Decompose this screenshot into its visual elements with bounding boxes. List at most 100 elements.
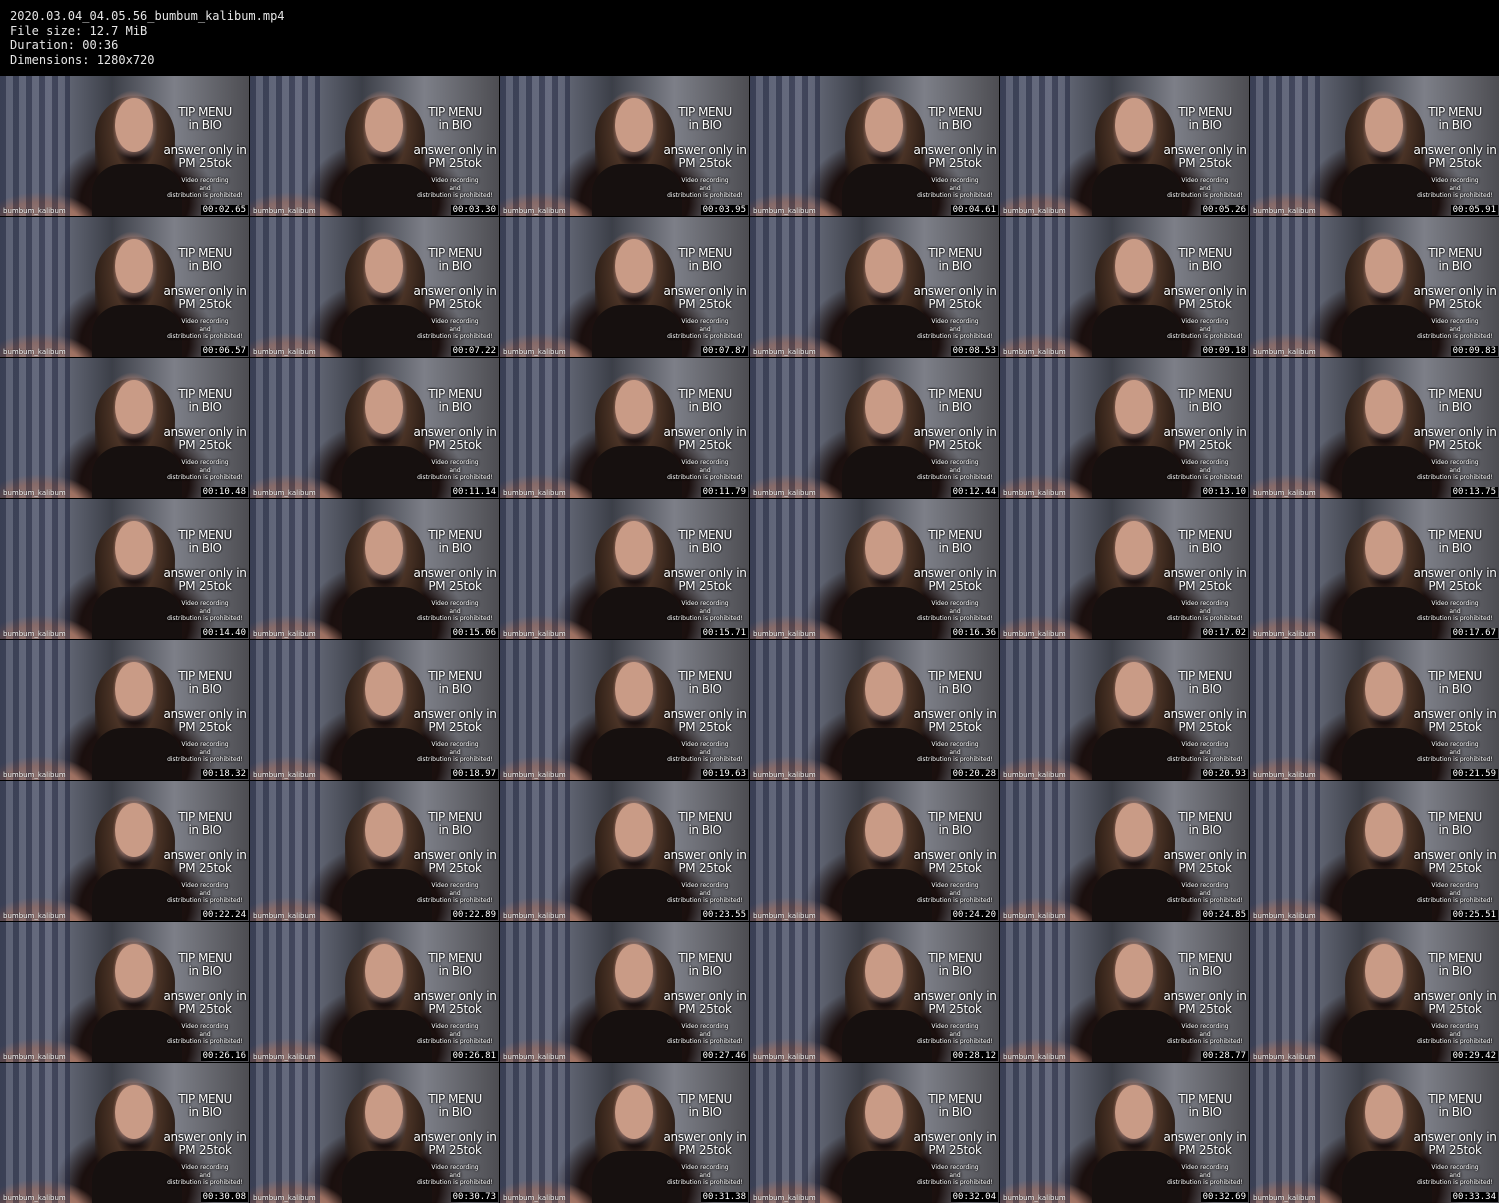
video-thumbnail[interactable]: TIP MENU in BIO answer only in PM 25tok Vide… <box>250 922 499 1062</box>
watermark: bumbum_kalibum <box>1003 1053 1066 1061</box>
frame-timestamp: 00:25.51 <box>1450 910 1498 920</box>
video-thumbnail[interactable]: TIP MENU in BIO answer only in PM 25tok Vide… <box>0 781 249 921</box>
frame-figure-face <box>1365 239 1403 293</box>
answer-price-text: PM 25tok <box>178 1002 232 1016</box>
recording-notice-line: and <box>449 748 461 756</box>
answer-price-text: PM 25tok <box>428 438 482 452</box>
answer-price-text: PM 25tok <box>1428 720 1482 734</box>
video-thumbnail[interactable]: TIP MENU in BIO answer only in PM 25tok Vide… <box>500 922 749 1062</box>
video-thumbnail[interactable]: TIP MENU in BIO answer only in PM 25tok Vide… <box>1250 781 1499 921</box>
video-thumbnail[interactable]: TIP MENU in BIO answer only in PM 25tok Vide… <box>1250 922 1499 1062</box>
stream-overlay-text: TIP MENU in BIO answer only in PM 25tok Vide… <box>663 106 747 200</box>
recording-notice-line: and <box>1449 1171 1461 1179</box>
video-thumbnail[interactable]: TIP MENU in BIO answer only in PM 25tok Vide… <box>1000 1063 1249 1203</box>
video-thumbnail[interactable]: TIP MENU in BIO answer only in PM 25tok Vide… <box>1000 922 1249 1062</box>
video-thumbnail[interactable]: TIP MENU in BIO answer only in PM 25tok Vide… <box>250 358 499 498</box>
recording-notice-line: distribution is prohibited! <box>917 192 993 199</box>
watermark: bumbum_kalibum <box>503 348 566 356</box>
tip-menu-bio-text: in BIO <box>188 400 222 414</box>
video-thumbnail[interactable]: TIP MENU in BIO answer only in PM 25tok Vide… <box>1000 781 1249 921</box>
recording-notice-line: distribution is prohibited! <box>1167 1038 1243 1045</box>
stream-overlay-text: TIP MENU in BIO answer only in PM 25tok Vide… <box>913 811 997 905</box>
video-thumbnail[interactable]: TIP MENU in BIO answer only in PM 25tok Vide… <box>250 76 499 216</box>
video-thumbnail[interactable]: TIP MENU in BIO answer only in PM 25tok Vide… <box>1250 217 1499 357</box>
video-thumbnail[interactable]: TIP MENU in BIO answer only in PM 25tok Vide… <box>750 76 999 216</box>
recording-notice-line: distribution is prohibited! <box>667 897 743 904</box>
frame-timestamp: 00:03.30 <box>450 205 498 215</box>
frame-figure-face <box>1365 803 1403 857</box>
frame-timestamp: 00:18.97 <box>450 769 498 779</box>
frame-figure-face <box>615 380 653 434</box>
video-thumbnail[interactable]: TIP MENU in BIO answer only in PM 25tok Vide… <box>500 499 749 639</box>
recording-notice-line: Video recording <box>431 177 479 184</box>
stream-overlay-text: TIP MENU in BIO answer only in PM 25tok Vide… <box>1163 811 1247 905</box>
video-thumbnail[interactable]: TIP MENU in BIO answer only in PM 25tok Vide… <box>0 217 249 357</box>
video-thumbnail[interactable]: TIP MENU in BIO answer only in PM 25tok Vide… <box>750 1063 999 1203</box>
video-thumbnail[interactable]: TIP MENU in BIO answer only in PM 25tok Vide… <box>500 358 749 498</box>
video-thumbnail[interactable]: TIP MENU in BIO answer only in PM 25tok Vide… <box>500 76 749 216</box>
recording-notice-line: Video recording <box>1181 177 1229 184</box>
video-thumbnail[interactable]: TIP MENU in BIO answer only in PM 25tok Vide… <box>750 922 999 1062</box>
video-thumbnail[interactable]: TIP MENU in BIO answer only in PM 25tok Vide… <box>0 358 249 498</box>
video-thumbnail[interactable]: TIP MENU in BIO answer only in PM 25tok Vide… <box>0 499 249 639</box>
video-thumbnail[interactable]: TIP MENU in BIO answer only in PM 25tok Vide… <box>250 640 499 780</box>
video-thumbnail[interactable]: TIP MENU in BIO answer only in PM 25tok Vide… <box>250 499 499 639</box>
video-thumbnail[interactable]: TIP MENU in BIO answer only in PM 25tok Vide… <box>0 640 249 780</box>
tip-menu-bio-text: in BIO <box>1188 259 1222 273</box>
recording-notice-line: and <box>1199 748 1211 756</box>
video-thumbnail[interactable]: TIP MENU in BIO answer only in PM 25tok Vide… <box>1250 76 1499 216</box>
answer-price-text: PM 25tok <box>928 156 982 170</box>
video-thumbnail[interactable]: TIP MENU in BIO answer only in PM 25tok Vide… <box>500 1063 749 1203</box>
frame-figure-face <box>1365 380 1403 434</box>
recording-notice-line: Video recording <box>181 600 229 607</box>
stream-overlay-text: TIP MENU in BIO answer only in PM 25tok Vide… <box>913 388 997 482</box>
video-thumbnail[interactable]: TIP MENU in BIO answer only in PM 25tok Vide… <box>0 1063 249 1203</box>
video-thumbnail[interactable]: TIP MENU in BIO answer only in PM 25tok Vide… <box>750 781 999 921</box>
video-thumbnail[interactable]: TIP MENU in BIO answer only in PM 25tok Vide… <box>500 640 749 780</box>
frame-figure-face <box>1115 239 1153 293</box>
video-thumbnail[interactable]: TIP MENU in BIO answer only in PM 25tok Vide… <box>750 640 999 780</box>
video-thumbnail[interactable]: TIP MENU in BIO answer only in PM 25tok Vide… <box>1250 358 1499 498</box>
recording-notice-line: and <box>699 466 711 474</box>
video-thumbnail[interactable]: TIP MENU in BIO answer only in PM 25tok Vide… <box>1250 1063 1499 1203</box>
tip-menu-bio-text: in BIO <box>188 823 222 837</box>
video-thumbnail[interactable]: TIP MENU in BIO answer only in PM 25tok Vide… <box>1000 358 1249 498</box>
tip-menu-bio-text: in BIO <box>688 682 722 696</box>
tip-menu-bio-text: in BIO <box>188 541 222 555</box>
stream-overlay-text: TIP MENU in BIO answer only in PM 25tok Vide… <box>163 952 247 1046</box>
frame-figure-face <box>365 1085 403 1139</box>
frame-figure-face <box>1115 803 1153 857</box>
video-thumbnail[interactable]: TIP MENU in BIO answer only in PM 25tok Vide… <box>750 358 999 498</box>
video-thumbnail[interactable]: TIP MENU in BIO answer only in PM 25tok Vide… <box>0 922 249 1062</box>
video-thumbnail[interactable]: TIP MENU in BIO answer only in PM 25tok Vide… <box>250 217 499 357</box>
stream-overlay-text: TIP MENU in BIO answer only in PM 25tok Vide… <box>163 247 247 341</box>
recording-notice-line: Video recording <box>681 318 729 325</box>
answer-price-text: PM 25tok <box>678 861 732 875</box>
frame-figure-face <box>615 239 653 293</box>
video-thumbnail[interactable]: TIP MENU in BIO answer only in PM 25tok Vide… <box>250 781 499 921</box>
recording-notice-line: and <box>699 748 711 756</box>
frame-timestamp: 00:04.61 <box>950 205 998 215</box>
recording-notice-line: distribution is prohibited! <box>917 1038 993 1045</box>
video-thumbnail[interactable]: TIP MENU in BIO answer only in PM 25tok Vide… <box>1000 499 1249 639</box>
video-thumbnail[interactable]: TIP MENU in BIO answer only in PM 25tok Vide… <box>500 781 749 921</box>
watermark: bumbum_kalibum <box>503 912 566 920</box>
stream-overlay-text: TIP MENU in BIO answer only in PM 25tok Vide… <box>1413 1093 1497 1187</box>
video-thumbnail[interactable]: TIP MENU in BIO answer only in PM 25tok Vide… <box>250 1063 499 1203</box>
video-thumbnail[interactable]: TIP MENU in BIO answer only in PM 25tok Vide… <box>1000 640 1249 780</box>
tip-menu-bio-text: in BIO <box>188 259 222 273</box>
video-thumbnail[interactable]: TIP MENU in BIO answer only in PM 25tok Vide… <box>1250 499 1499 639</box>
tip-menu-bio-text: in BIO <box>1438 400 1472 414</box>
video-thumbnail[interactable]: TIP MENU in BIO answer only in PM 25tok Vide… <box>750 499 999 639</box>
recording-notice-line: distribution is prohibited! <box>1417 1179 1493 1186</box>
stream-overlay-text: TIP MENU in BIO answer only in PM 25tok Vide… <box>163 388 247 482</box>
video-thumbnail[interactable]: TIP MENU in BIO answer only in PM 25tok Vide… <box>500 217 749 357</box>
answer-price-text: PM 25tok <box>1178 1002 1232 1016</box>
video-thumbnail[interactable]: TIP MENU in BIO answer only in PM 25tok Vide… <box>1000 76 1249 216</box>
video-thumbnail[interactable]: TIP MENU in BIO answer only in PM 25tok Vide… <box>1000 217 1249 357</box>
video-thumbnail[interactable]: TIP MENU in BIO answer only in PM 25tok Vide… <box>0 76 249 216</box>
video-thumbnail[interactable]: TIP MENU in BIO answer only in PM 25tok Vide… <box>750 217 999 357</box>
video-thumbnail[interactable]: TIP MENU in BIO answer only in PM 25tok Vide… <box>1250 640 1499 780</box>
recording-notice-line: Video recording <box>681 177 729 184</box>
recording-notice-line: Video recording <box>181 882 229 889</box>
